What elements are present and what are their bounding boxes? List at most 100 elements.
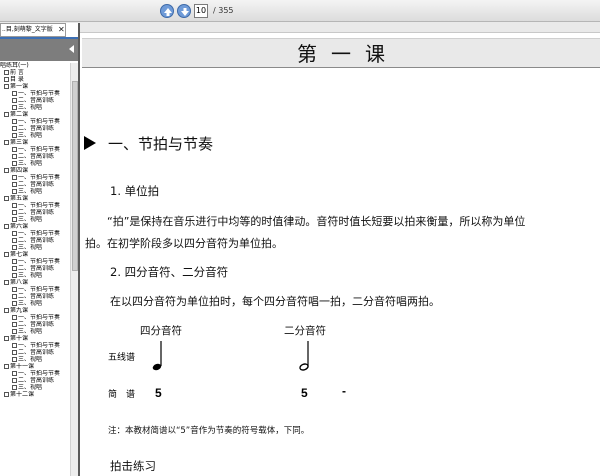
bookmark-label: 第十一课 bbox=[10, 363, 35, 370]
bookmark-item[interactable]: 二、音高训练 bbox=[0, 321, 70, 328]
bookmark-label: 三、视唱 bbox=[18, 300, 43, 307]
bookmark-item[interactable]: 目 录 bbox=[0, 76, 70, 83]
bookmark-item[interactable]: 三、视唱 bbox=[0, 356, 70, 363]
bookmark-label: 三、视唱 bbox=[18, 132, 43, 139]
next-page-button[interactable] bbox=[177, 4, 191, 18]
bookmark-item[interactable]: 三、视唱 bbox=[0, 216, 70, 223]
bookmark-item[interactable]: 第八课 bbox=[0, 279, 70, 286]
bookmark-item[interactable]: 三、视唱 bbox=[0, 244, 70, 251]
bookmark-tree: 唱练耳(一) 前 言目 录第一课 一、节拍与节奏 二、音高训练 三、视唱 第二课 一、节拍与… bbox=[0, 62, 70, 398]
bookmark-item[interactable]: 三、视唱 bbox=[0, 188, 70, 195]
bookmark-page-icon bbox=[12, 350, 17, 355]
bookmark-page-icon bbox=[12, 98, 17, 103]
bookmark-item[interactable]: 一、节拍与节奏 bbox=[0, 174, 70, 181]
bookmark-page-icon bbox=[12, 343, 17, 348]
bookmark-page-icon bbox=[4, 84, 9, 89]
bookmark-item[interactable]: 二、音高训练 bbox=[0, 97, 70, 104]
bookmark-label: 二、音高训练 bbox=[18, 153, 55, 160]
bookmark-item[interactable]: 第二课 bbox=[0, 111, 70, 118]
practice-title: 拍击练习 bbox=[110, 459, 156, 473]
bookmark-item[interactable]: 一、节拍与节奏 bbox=[0, 370, 70, 377]
bookmark-item[interactable]: 第十一课 bbox=[0, 363, 70, 370]
bookmark-item[interactable]: 第四课 bbox=[0, 167, 70, 174]
bookmark-label: 一、节拍与节奏 bbox=[18, 258, 61, 265]
bookmark-item[interactable]: 一、节拍与节奏 bbox=[0, 90, 70, 97]
bookmark-item[interactable]: 三、视唱 bbox=[0, 328, 70, 335]
bookmark-item[interactable]: 一、节拍与节奏 bbox=[0, 230, 70, 237]
page-number-input[interactable]: 10 bbox=[194, 4, 208, 18]
page-total: / 355 bbox=[213, 6, 234, 15]
half-note-icon bbox=[299, 341, 309, 371]
bookmark-item[interactable]: 第五课 bbox=[0, 195, 70, 202]
bookmark-label: 三、视唱 bbox=[18, 160, 43, 167]
sidebar-header bbox=[0, 39, 78, 61]
bookmark-label: 三、视唱 bbox=[18, 244, 43, 251]
bookmark-item[interactable]: 二、音高训练 bbox=[0, 377, 70, 384]
bookmark-item[interactable]: 二、音高训练 bbox=[0, 125, 70, 132]
bookmark-item[interactable]: 第九课 bbox=[0, 307, 70, 314]
bookmark-label: 二、音高训练 bbox=[18, 125, 55, 132]
bookmark-item[interactable]: 二、音高训练 bbox=[0, 265, 70, 272]
bookmark-item[interactable]: 二、音高训练 bbox=[0, 237, 70, 244]
bookmark-item[interactable]: 一、节拍与节奏 bbox=[0, 146, 70, 153]
bookmark-item[interactable]: 一、节拍与节奏 bbox=[0, 118, 70, 125]
bookmark-label: 二、音高训练 bbox=[18, 349, 55, 356]
sidebar-tab[interactable]: ..目,刻萌黎_文字版 bbox=[0, 23, 66, 37]
previous-page-button[interactable] bbox=[160, 4, 174, 18]
close-icon[interactable]: ✕ bbox=[58, 25, 65, 35]
bookmark-item[interactable]: 二、音高训练 bbox=[0, 293, 70, 300]
bookmark-label: 一、节拍与节奏 bbox=[18, 314, 61, 321]
bookmark-item[interactable]: 一、节拍与节奏 bbox=[0, 202, 70, 209]
bookmark-page-icon bbox=[12, 203, 17, 208]
jianpu-quarter-note: 5 bbox=[155, 386, 162, 400]
bookmark-item[interactable]: 一、节拍与节奏 bbox=[0, 286, 70, 293]
bookmark-item[interactable]: 一、节拍与节奏 bbox=[0, 314, 70, 321]
bookmark-label: 第一课 bbox=[10, 83, 29, 90]
bookmark-item[interactable]: 二、音高训练 bbox=[0, 153, 70, 160]
bookmark-item[interactable]: 三、视唱 bbox=[0, 160, 70, 167]
bookmark-page-icon bbox=[12, 231, 17, 236]
bookmark-item[interactable]: 三、视唱 bbox=[0, 272, 70, 279]
bookmark-item[interactable]: 第十二课 bbox=[0, 391, 70, 398]
arrow-up-icon bbox=[164, 8, 172, 16]
bookmark-label: 第四课 bbox=[10, 167, 29, 174]
sidebar-tab-label: ..目,刻萌黎_文字版 bbox=[2, 26, 53, 33]
lesson-title: 第一课 bbox=[82, 38, 600, 68]
bookmark-item[interactable]: 二、音高训练 bbox=[0, 181, 70, 188]
bookmark-item[interactable]: 前 言 bbox=[0, 69, 70, 76]
bookmark-page-icon bbox=[4, 70, 9, 75]
collapse-arrow-icon[interactable] bbox=[69, 45, 74, 53]
bookmark-item[interactable]: 三、视唱 bbox=[0, 132, 70, 139]
bookmark-page-icon bbox=[12, 294, 17, 299]
bookmark-item[interactable]: 第十课 bbox=[0, 335, 70, 342]
bookmark-label: 二、音高训练 bbox=[18, 321, 55, 328]
bookmark-page-icon bbox=[12, 175, 17, 180]
sidebar-scrollbar[interactable] bbox=[70, 63, 78, 476]
bookmark-page-icon bbox=[4, 336, 9, 341]
bookmark-item[interactable]: 三、视唱 bbox=[0, 384, 70, 391]
bookmark-page-icon bbox=[4, 392, 9, 397]
bookmark-label: 二、音高训练 bbox=[18, 181, 55, 188]
scrollbar-thumb[interactable] bbox=[72, 81, 78, 271]
bookmark-item[interactable]: 二、音高训练 bbox=[0, 349, 70, 356]
bookmark-item[interactable]: 一、节拍与节奏 bbox=[0, 342, 70, 349]
bookmark-page-icon bbox=[4, 140, 9, 145]
bookmark-item[interactable]: 唱练耳(一) bbox=[0, 62, 70, 69]
bookmark-item[interactable]: 二、音高训练 bbox=[0, 209, 70, 216]
bookmark-item[interactable]: 第三课 bbox=[0, 139, 70, 146]
bookmark-label: 第八课 bbox=[10, 279, 29, 286]
bookmark-item[interactable]: 三、视唱 bbox=[0, 104, 70, 111]
staff-notation-label: 五线谱 bbox=[108, 353, 136, 363]
bookmark-label: 第十课 bbox=[10, 335, 29, 342]
bookmark-page-icon bbox=[12, 371, 17, 376]
bookmark-item[interactable]: 一、节拍与节奏 bbox=[0, 258, 70, 265]
bookmark-label: 目 录 bbox=[10, 76, 24, 83]
bookmark-item[interactable]: 第六课 bbox=[0, 223, 70, 230]
bookmark-label: 二、音高训练 bbox=[18, 209, 55, 216]
toolbar: 10 / 355 bbox=[0, 0, 600, 22]
bookmark-page-icon bbox=[12, 322, 17, 327]
bookmark-item[interactable]: 三、视唱 bbox=[0, 300, 70, 307]
bookmark-item[interactable]: 第一课 bbox=[0, 83, 70, 90]
bookmark-item[interactable]: 第七课 bbox=[0, 251, 70, 258]
bookmark-label: 三、视唱 bbox=[18, 272, 43, 279]
